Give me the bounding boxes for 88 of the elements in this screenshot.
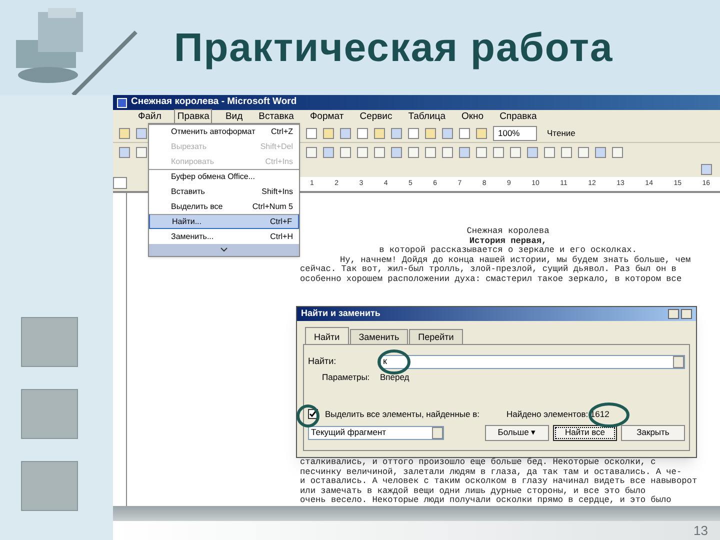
dialog-button[interactable]: Больше ▾ [485,424,549,440]
menu-item[interactable]: Вставка [256,109,297,126]
toolbar-icon[interactable] [442,146,453,158]
dialog-tab[interactable]: Найти [305,327,349,344]
toolbar-icon[interactable] [357,146,368,158]
menu-item[interactable]: Формат [306,109,347,126]
toolbar-icon[interactable] [374,146,385,158]
toolbar-icon[interactable] [136,146,147,158]
toolbar-icon[interactable] [306,146,317,158]
toolbar-icon[interactable] [442,128,453,139]
document-line: и оставались. А человек с таким осколком в глазу начинал видеть все навыворот [300,477,698,486]
slide-title: Практическая работа [174,24,614,72]
toolbar-icon[interactable] [459,146,470,158]
find-label: Найти: [308,355,338,368]
annotation-ellipse [587,401,631,429]
menu-item[interactable]: Файл [135,109,164,126]
document-line: очень весело. Некоторые люди получали осколки прямо в сердце, и это было [300,496,672,506]
menu-entry[interactable]: Вставить Shift+Ins [149,184,299,199]
toolbar-icon[interactable] [357,128,368,139]
toolbar-icon[interactable] [476,128,487,139]
menu-entry[interactable]: Заменить... Ctrl+H [149,229,299,244]
menu-item[interactable]: Окно [458,109,487,126]
menu-entry[interactable]: Найти... Ctrl+F [149,214,299,229]
decor-square [21,389,78,439]
toolbar-icon[interactable] [408,128,419,139]
toolbar-icon[interactable] [391,146,402,158]
toolbar-icon[interactable] [510,146,521,158]
window-title: Снежная королева - Microsoft Word [131,95,297,110]
toolbar-icon[interactable] [306,128,317,139]
toolbar-icon[interactable] [595,146,606,158]
toolbar-icon[interactable] [323,146,334,158]
toolbar-icon[interactable] [340,146,351,158]
tab-selector[interactable] [113,177,127,189]
document-line: История первая, [468,236,548,246]
menu-entry[interactable]: Буфер обмена Office... [149,169,299,184]
annotation-ellipse [376,348,412,376]
found-count: Найдено элементов: 1612 [506,408,610,420]
menu-item[interactable]: Справка [496,109,540,126]
toolbar-icon[interactable] [425,128,436,139]
page-number: 13 [694,522,708,540]
zoom-field[interactable]: 100% [493,126,537,141]
document-line: в которой рассказывается о зеркале и его осколках. [378,246,638,256]
toolbar-icon[interactable] [136,128,147,139]
expand-chevron-icon[interactable] [220,247,228,253]
toolbar-icon[interactable] [119,146,130,158]
menu-item[interactable]: Вид [222,109,246,126]
menu-item[interactable]: Таблица [405,109,448,126]
toolbar-icon[interactable] [527,146,538,158]
toolbar-icon[interactable] [374,128,385,139]
panel-icon[interactable] [701,164,712,174]
toolbar-icon[interactable] [391,128,402,139]
document-line: песчинку величиной, залетали людям в глаза, да так там и оставались. А че- [300,468,683,477]
toolbar-icon[interactable] [119,128,130,139]
options-label: Параметры: [322,371,371,384]
dialog-button[interactable]: Найти все [553,424,617,440]
toolbar-icon[interactable] [561,146,572,158]
highlight-label: Выделить все элементы, найденные в: [325,408,480,420]
toolbar-icon[interactable] [493,146,504,158]
menu-item[interactable]: Сервис [356,109,396,126]
reading-button[interactable]: Чтение [543,127,580,140]
toolbar-icon[interactable] [425,146,436,158]
document-line: Снежная королева [466,227,550,236]
document-line: сталкивались, и оттого произошло еще больше бед. Некоторые осколки, с [300,458,657,468]
scope-dropdown[interactable]: Текущий фрагмент [308,426,444,440]
toolbar-icon[interactable] [408,146,419,158]
document-line: сейчас. Так вот, жил-был тролль, злой-презлой, сущий дьявол. Раз был он в [300,265,678,274]
toolbar-icon[interactable] [612,146,623,158]
document-line: особенно хорошем расположении духа: смастерил такое зеркало, в котором все [300,274,683,284]
toolbar-icon[interactable] [578,146,589,158]
menu-entry[interactable]: Отменить автоформат Ctrl+Z [149,124,299,139]
menu-entry[interactable]: Выделить все Ctrl+Num 5 [149,199,299,214]
document-line: или замечать в каждой вещи одни лишь дурные стороны, и все это было [300,486,647,496]
options-value: Вперед [380,371,410,384]
dialog-tab[interactable]: Перейти [409,329,463,344]
word-app-icon [117,98,127,108]
toolbar-icon[interactable] [544,146,555,158]
dialog-button[interactable]: Закрыть [621,424,685,440]
dialog-tab[interactable]: Заменить [350,329,408,344]
toolbar-icon[interactable] [476,146,487,158]
toolbar-icon[interactable] [323,128,334,139]
find-field[interactable]: к [380,355,685,369]
document-line: Ну, начнем! Дойдя до конца нашей истории, мы будем знать больше, чем [339,256,692,264]
toolbar-icon[interactable] [459,128,470,139]
dialog-title: Найти и заменить [301,307,380,320]
decor-square [21,461,78,511]
toolbar-icon[interactable] [340,128,351,139]
annotation-ellipse [296,403,320,429]
decor-square [21,317,78,367]
